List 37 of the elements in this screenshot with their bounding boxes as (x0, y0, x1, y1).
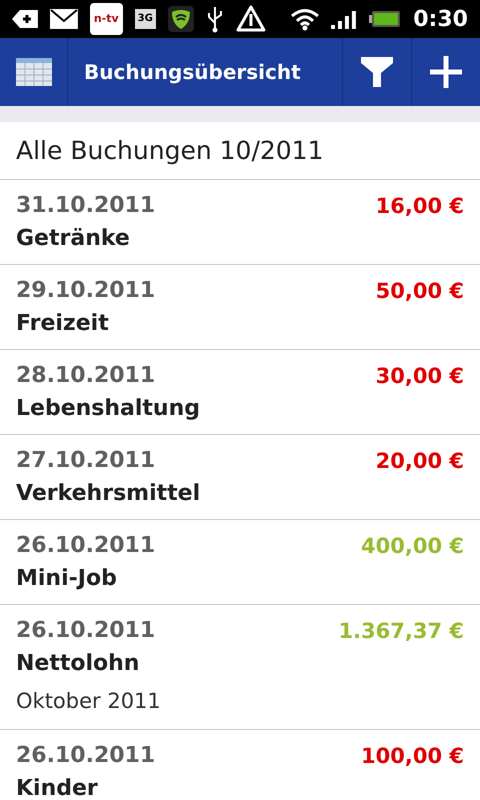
booking-amount: 50,00 € (376, 278, 464, 305)
booking-amount: 400,00 € (361, 533, 464, 560)
warning-icon (236, 5, 266, 33)
booking-amount: 100,00 € (361, 743, 464, 770)
booking-category: Kinder (16, 775, 99, 800)
booking-amount: 16,00 € (376, 193, 464, 220)
booking-date: 26.10.2011 (16, 617, 156, 645)
plus-icon (430, 56, 462, 88)
booking-amount: 30,00 € (376, 363, 464, 390)
booking-category: Getränke (16, 225, 131, 253)
shield-icon (168, 6, 194, 32)
filter-icon (361, 57, 393, 87)
booking-date: 26.10.2011 (16, 532, 156, 560)
booking-category: Verkehrsmittel (16, 480, 202, 508)
battery-icon (369, 10, 402, 28)
wifi-icon (290, 7, 320, 31)
booking-date: 29.10.2011 (16, 277, 156, 305)
network-type-icon: 3G (134, 9, 156, 29)
notification-icon (12, 9, 38, 29)
booking-date: 27.10.2011 (16, 447, 156, 475)
booking-date: 31.10.2011 (16, 192, 156, 220)
booking-note: Oktober 2011 (16, 688, 162, 715)
list-heading: Alle Buchungen 10/2011 (0, 122, 480, 180)
booking-category: Nettolohn (16, 650, 140, 678)
booking-date: 28.10.2011 (16, 362, 156, 390)
clock-time: 0:30 (413, 6, 468, 34)
booking-category: Mini-Job (16, 565, 118, 593)
booking-date: 26.10.2011 (16, 742, 156, 770)
booking-category: Lebenshaltung (16, 395, 202, 423)
usb-icon (206, 5, 224, 33)
mail-icon (50, 9, 78, 29)
screen-title: Buchungsübersicht (83, 59, 302, 86)
news-app-icon: n-tv (90, 2, 123, 36)
booking-category: Freizeit (16, 310, 110, 338)
booking-amount: 20,00 € (376, 448, 464, 475)
booking-amount: 1.367,37 € (338, 618, 464, 645)
signal-icon (331, 9, 358, 29)
